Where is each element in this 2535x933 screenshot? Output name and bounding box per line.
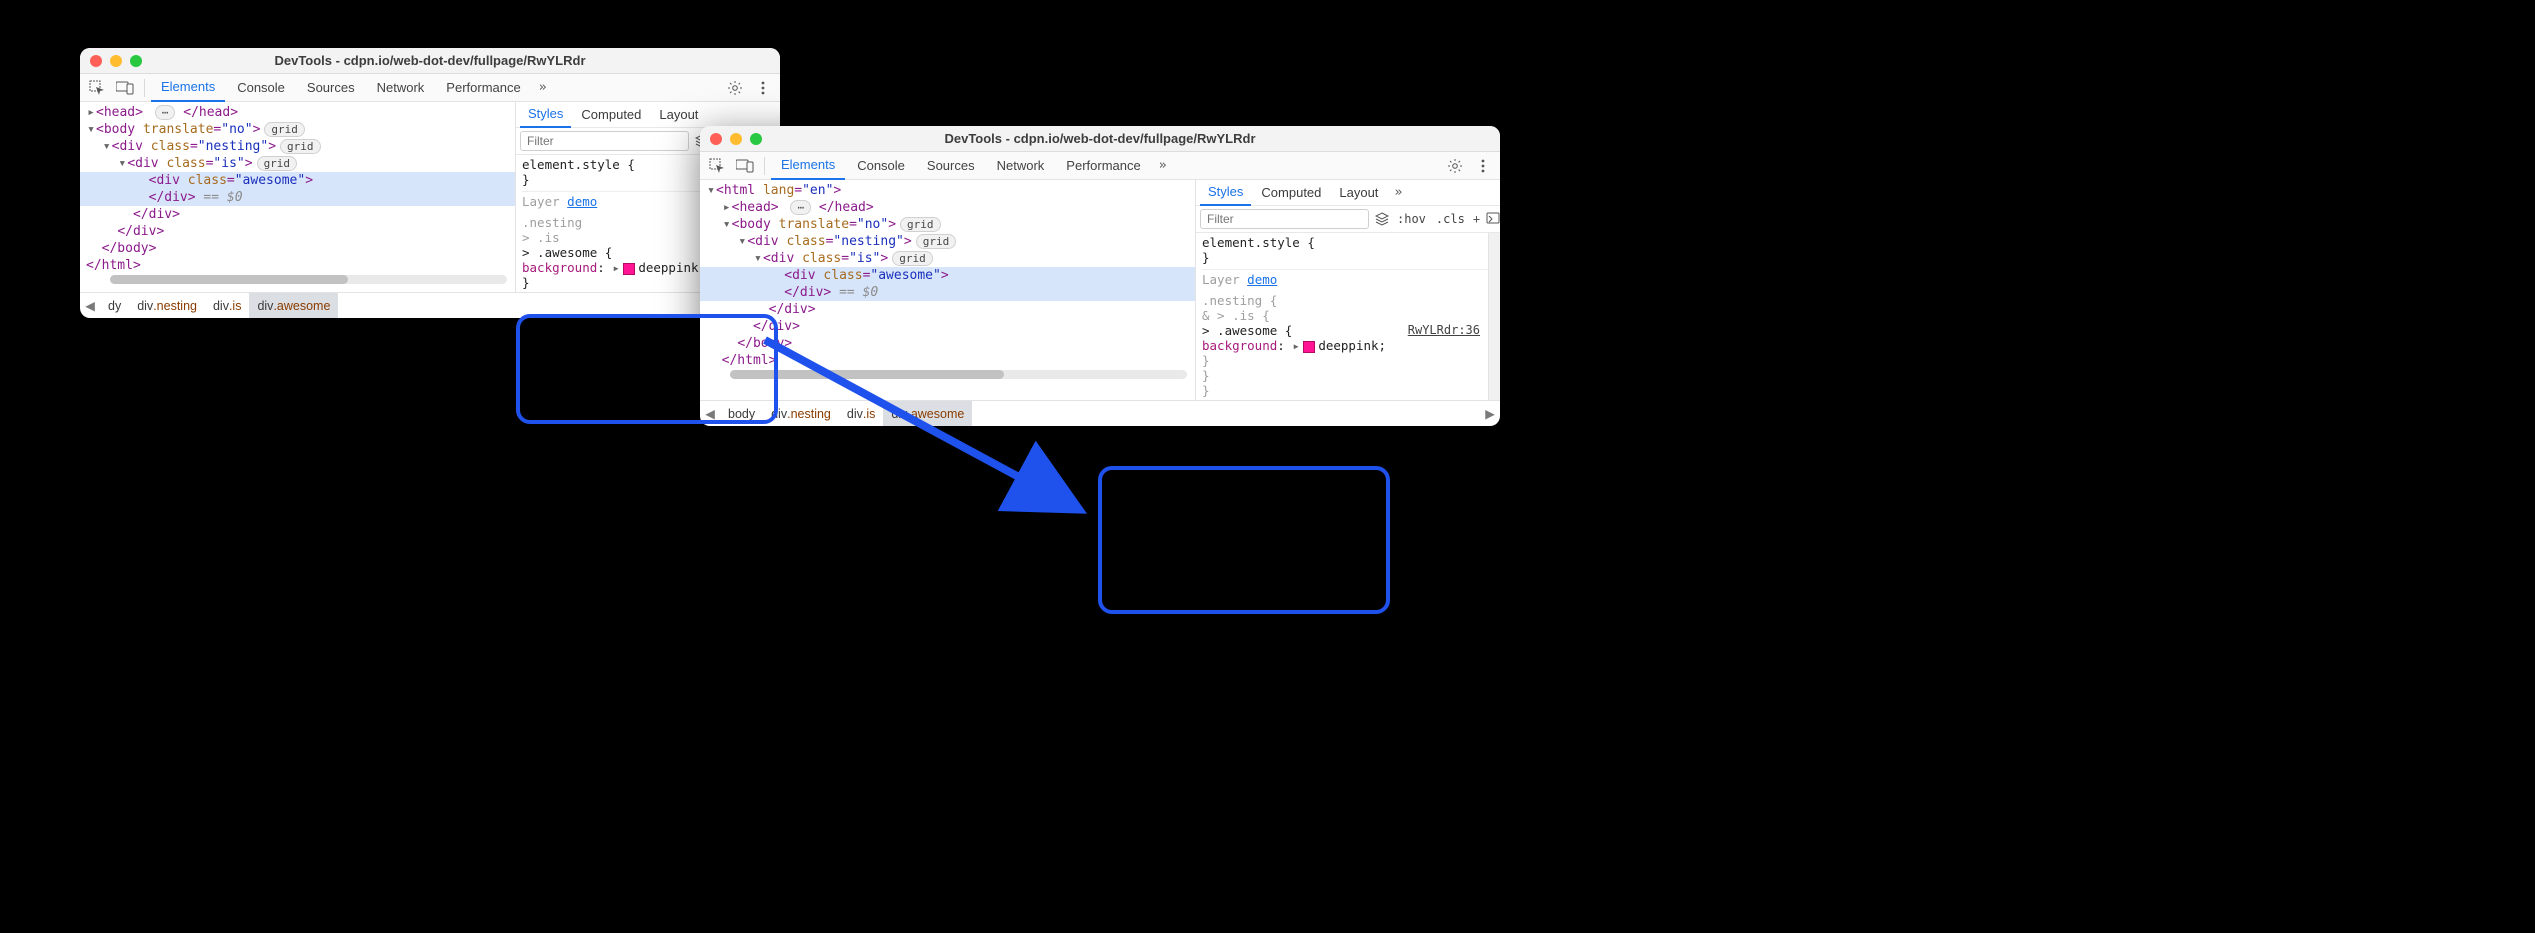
- more-subtabs-icon[interactable]: »: [1388, 185, 1408, 200]
- styles-sidebar: Styles Computed Layout » :hov .cls + ele…: [1195, 180, 1500, 400]
- tab-sources[interactable]: Sources: [297, 74, 365, 102]
- more-tabs-icon[interactable]: »: [533, 80, 553, 95]
- selected-dom-node[interactable]: <div class="awesome">: [80, 172, 515, 189]
- selected-dom-node[interactable]: <div class="awesome">: [700, 267, 1195, 284]
- settings-gear-icon[interactable]: [1442, 153, 1468, 179]
- subtab-styles[interactable]: Styles: [1200, 180, 1251, 206]
- tab-network[interactable]: Network: [367, 74, 435, 102]
- dom-horizontal-scrollbar[interactable]: [110, 275, 507, 284]
- breadcrumb-left-icon[interactable]: ◀: [700, 406, 720, 421]
- divider: [144, 79, 145, 97]
- styles-vertical-scrollbar[interactable]: [1488, 233, 1500, 400]
- inspect-element-icon[interactable]: [704, 153, 730, 179]
- highlight-annotation-right: [1098, 466, 1390, 614]
- crumb-body[interactable]: body: [720, 401, 763, 427]
- breadcrumb: ◀ dy div.nesting div.is div.awesome ▶: [80, 292, 780, 318]
- tab-network[interactable]: Network: [987, 152, 1055, 180]
- grid-badge[interactable]: grid: [900, 217, 941, 232]
- crumb-div-awesome[interactable]: div.awesome: [883, 401, 972, 427]
- subtab-styles[interactable]: Styles: [520, 102, 571, 128]
- crumb-div-is[interactable]: div.is: [839, 401, 883, 427]
- window-title: DevTools - cdpn.io/web-dot-dev/fullpage/…: [80, 53, 780, 68]
- layer-link[interactable]: demo: [1247, 272, 1277, 287]
- kebab-menu-icon[interactable]: [1470, 153, 1496, 179]
- more-tabs-icon[interactable]: »: [1153, 158, 1173, 173]
- tab-console[interactable]: Console: [227, 74, 295, 102]
- device-toolbar-icon[interactable]: [732, 153, 758, 179]
- grid-badge[interactable]: grid: [257, 156, 298, 171]
- dollar-zero-hint: == $0: [203, 190, 242, 205]
- styles-rules[interactable]: element.style { } Layer demo .nesting { …: [1196, 233, 1488, 400]
- ellipsis-badge[interactable]: ⋯: [790, 200, 811, 215]
- subtab-computed[interactable]: Computed: [573, 102, 649, 128]
- main-tabbar: Elements Console Sources Network Perform…: [80, 74, 780, 102]
- grid-badge[interactable]: grid: [892, 251, 933, 266]
- styles-filter-input[interactable]: [1200, 209, 1369, 229]
- styles-filter-bar: :hov .cls +: [1196, 206, 1500, 233]
- expand-triangle-icon[interactable]: ▸: [1292, 338, 1302, 353]
- titlebar: DevTools - cdpn.io/web-dot-dev/fullpage/…: [700, 126, 1500, 152]
- tab-sources[interactable]: Sources: [917, 152, 985, 180]
- tab-performance[interactable]: Performance: [1056, 152, 1150, 180]
- styles-subtabs: Styles Computed Layout »: [1196, 180, 1500, 206]
- source-link[interactable]: RwYLRdr:36: [1408, 323, 1480, 337]
- divider: [764, 157, 765, 175]
- subtab-layout[interactable]: Layout: [651, 102, 706, 128]
- panel-split: ▾<html lang="en"> ▸<head> ⋯ </head> ▾<bo…: [700, 180, 1500, 400]
- ellipsis-badge[interactable]: ⋯: [155, 105, 176, 120]
- tab-elements[interactable]: Elements: [771, 152, 845, 180]
- breadcrumb-right-icon[interactable]: ▶: [1480, 406, 1500, 421]
- subtab-layout[interactable]: Layout: [1331, 180, 1386, 206]
- breadcrumb: ◀ body div.nesting div.is div.awesome ▶: [700, 400, 1500, 426]
- layer-link[interactable]: demo: [567, 194, 597, 209]
- grid-badge[interactable]: grid: [264, 122, 305, 137]
- elements-dom-tree[interactable]: ▾<html lang="en"> ▸<head> ⋯ </head> ▾<bo…: [700, 180, 1195, 400]
- cls-toggle[interactable]: .cls: [1434, 212, 1467, 226]
- hov-toggle[interactable]: :hov: [1395, 212, 1428, 226]
- dollar-zero-hint: == $0: [839, 285, 878, 300]
- crumb-div-is[interactable]: div.is: [205, 293, 249, 319]
- crumb-div-nesting[interactable]: div.nesting: [763, 401, 839, 427]
- kebab-menu-icon[interactable]: [750, 75, 776, 101]
- window-title: DevTools - cdpn.io/web-dot-dev/fullpage/…: [700, 131, 1500, 146]
- tab-elements[interactable]: Elements: [151, 74, 225, 102]
- styles-filter-input[interactable]: [520, 131, 689, 151]
- new-rule-plus-icon[interactable]: +: [1473, 209, 1480, 229]
- device-toolbar-icon[interactable]: [112, 75, 138, 101]
- dom-horizontal-scrollbar[interactable]: [730, 370, 1187, 379]
- subtab-computed[interactable]: Computed: [1253, 180, 1329, 206]
- devtools-window-2: DevTools - cdpn.io/web-dot-dev/fullpage/…: [700, 126, 1500, 426]
- color-swatch-deeppink[interactable]: [623, 263, 635, 275]
- head-open[interactable]: <head>: [96, 105, 143, 120]
- crumb-body[interactable]: dy: [100, 293, 129, 319]
- styles-subtabs: Styles Computed Layout: [516, 102, 780, 128]
- layers-icon[interactable]: [1375, 209, 1389, 229]
- breadcrumb-left-icon[interactable]: ◀: [80, 298, 100, 313]
- crumb-div-awesome[interactable]: div.awesome: [249, 293, 338, 319]
- tab-console[interactable]: Console: [847, 152, 915, 180]
- expand-triangle-icon[interactable]: ▸: [612, 260, 622, 275]
- elements-dom-tree[interactable]: ▸<head> ⋯ </head> ▾<body translate="no">…: [80, 102, 515, 292]
- grid-badge[interactable]: grid: [280, 139, 321, 154]
- devtools-window-1: DevTools - cdpn.io/web-dot-dev/fullpage/…: [80, 48, 780, 318]
- color-swatch-deeppink[interactable]: [1303, 341, 1315, 353]
- settings-gear-icon[interactable]: [722, 75, 748, 101]
- panel-split: ▸<head> ⋯ </head> ▾<body translate="no">…: [80, 102, 780, 292]
- main-tabbar: Elements Console Sources Network Perform…: [700, 152, 1500, 180]
- tab-performance[interactable]: Performance: [436, 74, 530, 102]
- rendering-icon[interactable]: [1486, 209, 1500, 229]
- grid-badge[interactable]: grid: [916, 234, 957, 249]
- inspect-element-icon[interactable]: [84, 75, 110, 101]
- crumb-div-nesting[interactable]: div.nesting: [129, 293, 205, 319]
- titlebar: DevTools - cdpn.io/web-dot-dev/fullpage/…: [80, 48, 780, 74]
